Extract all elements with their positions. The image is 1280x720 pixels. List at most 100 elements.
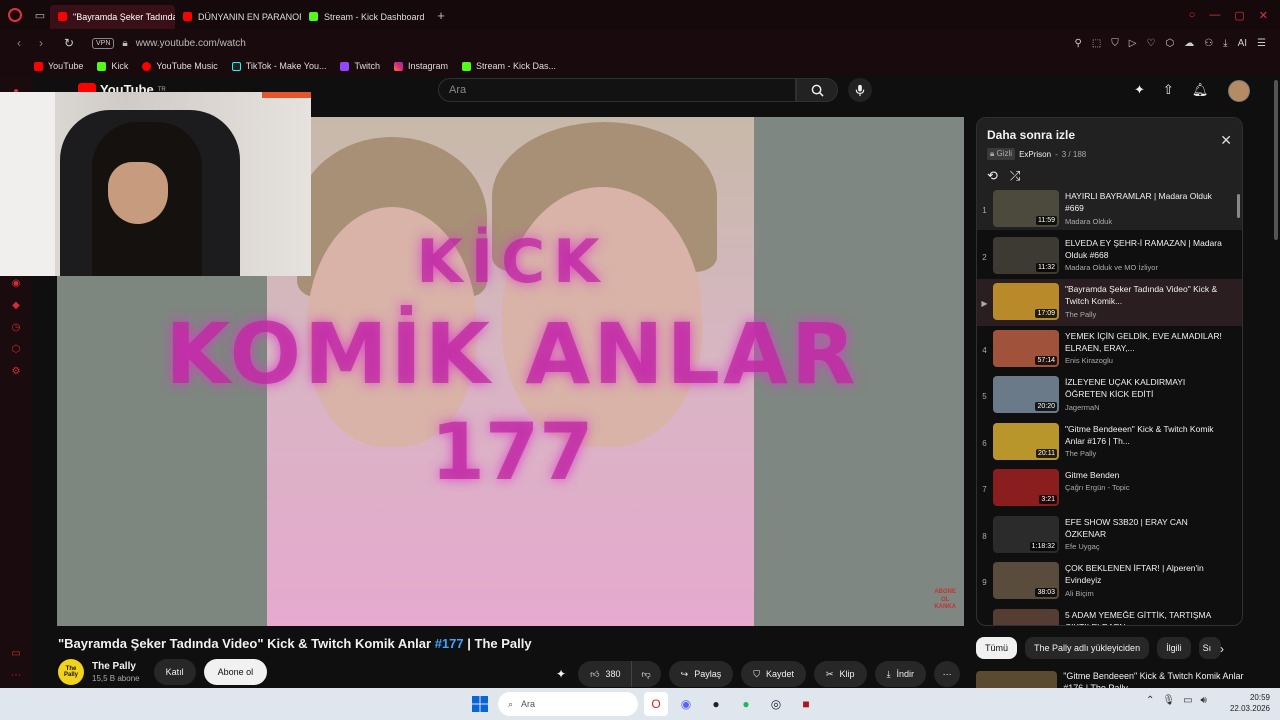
playlist-item[interactable]: 9 38:03 ÇOK BEKLENEN İFTAR! | Alperen'in E… [977, 558, 1242, 605]
playlist-item[interactable]: 8 1:18:32 EFE SHOW S3B20 | ERAY CAN ÖZKENA… [977, 512, 1242, 559]
playlist-item[interactable]: 6 20:11 "Gitme Bendeeen" Kick & Twitch Kom… [977, 419, 1242, 466]
snapshot-icon[interactable]: ⬚ [1092, 38, 1101, 49]
tab-youtube-active[interactable]: "Bayramda Şeker Tadında [50, 4, 175, 29]
playlist-title[interactable]: Daha sonra izle [987, 128, 1232, 142]
minimize-icon[interactable]: — [1209, 9, 1220, 22]
taskbar-clock[interactable]: 20:59 22.03.2026 [1226, 693, 1270, 715]
music-icon[interactable]: ◉ [10, 278, 22, 290]
bookmark-instagram[interactable]: Instagram [393, 61, 448, 71]
playlist-scrollbar[interactable] [1237, 194, 1240, 218]
game-icon[interactable]: ■ [794, 692, 818, 716]
extensions-sidebar-icon[interactable]: ⬡ [10, 344, 22, 356]
share-button[interactable]: ↪ Paylaş [668, 661, 734, 687]
like-button[interactable]: 👍︎ 380 [578, 661, 631, 687]
chip-all[interactable]: Tümü [976, 637, 1018, 659]
playlist-item[interactable]: 4 57:14 YEMEK İÇİN GELDİK, EVE ALMADILAR! … [977, 326, 1242, 373]
monitor-icon[interactable]: ▭ [1183, 695, 1192, 706]
playlist-item[interactable]: 7 3:21 Gitme Benden Çağrı Ergün - Topic [977, 465, 1242, 512]
bookmark-twitch[interactable]: Twitch [340, 61, 380, 71]
windows-start-icon[interactable] [468, 692, 492, 716]
lock-icon[interactable]: 🔒︎ [122, 38, 127, 49]
extensions-icon[interactable]: ⬡ [1165, 38, 1174, 49]
shield-icon[interactable]: ⛉ [1111, 38, 1119, 49]
close-window-icon[interactable]: ✕ [1259, 9, 1268, 22]
more-actions-button[interactable]: ⋯ [934, 661, 961, 687]
upload-icon[interactable]: ⇧ [1163, 82, 1174, 98]
join-button[interactable]: Katıl [153, 659, 196, 685]
channel-name[interactable]: The Pally [92, 661, 140, 672]
download-button[interactable]: ⤓ İndir [874, 661, 927, 687]
notifications-bell-icon[interactable]: 🔔︎ [1192, 82, 1209, 98]
microphone-tray-icon[interactable]: 🎙︎ [1162, 695, 1175, 706]
loop-icon[interactable]: ⟲ [987, 168, 998, 184]
more-icon[interactable]: ⋯ [10, 670, 22, 682]
back-icon[interactable]: ‹ [10, 36, 28, 50]
pin-icon[interactable]: ⚲ [1075, 38, 1082, 49]
watermark-line: ABONE [934, 589, 956, 596]
search-tabs-icon[interactable]: ○ [1189, 9, 1196, 22]
playlist-item[interactable]: 5 20:20 İZLEYENE UÇAK KALDIRMAYI ÖĞRETEN K… [977, 372, 1242, 419]
vpn-badge[interactable]: VPN [92, 37, 115, 49]
tab-youtube-paranormal[interactable]: DÜNYANIN EN PARANORM [175, 5, 301, 29]
playlist-item[interactable]: 10 5 ADAM YEMEĞE GİTTİK, TARTIŞMA ÇIKTI! … [977, 605, 1242, 625]
chip-related[interactable]: İlgili [1157, 637, 1191, 659]
sidebar-toggle-icon[interactable]: ▭ [10, 648, 22, 660]
volume-icon[interactable]: 🔊︎ [1201, 695, 1207, 706]
bookmark-youtube-music[interactable]: YouTube Music [142, 61, 218, 71]
playlist-item[interactable]: ▶ 17:09 "Bayramda Şeker Tadında Video" Kic… [977, 279, 1242, 326]
search-button[interactable] [796, 78, 838, 102]
discord-icon[interactable]: ◉ [674, 692, 698, 716]
subscribe-button[interactable]: Abone ol [203, 659, 268, 685]
avatar[interactable] [1228, 80, 1250, 102]
url-field[interactable]: www.youtube.com/watch [136, 38, 246, 49]
playlist-item[interactable]: 1 11:59 HAYIRLI BAYRAMLAR | Madara Olduk #… [977, 186, 1242, 233]
download-icon[interactable]: ⤓ [1223, 38, 1227, 49]
obs-icon[interactable]: ● [704, 692, 728, 716]
chip-more[interactable]: Sı [1198, 637, 1221, 659]
tab-menu-icon[interactable]: ▭ [30, 0, 50, 30]
bookmark-youtube[interactable]: YouTube [34, 61, 83, 71]
sparkle-icon[interactable]: ✦ [556, 667, 566, 681]
extension-icon[interactable]: ✦ [1134, 82, 1145, 98]
ai-button[interactable]: AI [1238, 38, 1247, 49]
player-icon[interactable]: ▷ [1129, 38, 1137, 49]
profile-icon[interactable]: ⚇ [1204, 38, 1213, 49]
channel-avatar[interactable]: The Pally [58, 659, 84, 685]
playlist-item[interactable]: 2 11:32 ELVEDA EY ŞEHR-İ RAMAZAN | Madara … [977, 233, 1242, 280]
clip-button[interactable]: ✂ Klip [814, 661, 867, 687]
dislike-button[interactable]: 👎︎ [630, 661, 661, 687]
wallet-icon[interactable]: ◆ [10, 300, 22, 312]
cloud-icon[interactable]: ☁ [1184, 38, 1194, 49]
tab-label: DÜNYANIN EN PARANORM [198, 11, 301, 22]
search-input[interactable]: Ara [438, 78, 796, 102]
opera-taskbar-icon[interactable]: O [644, 692, 668, 716]
tab-kick-dashboard[interactable]: Stream - Kick Dashboard [301, 5, 431, 29]
chevron-right-icon[interactable]: › [1220, 642, 1224, 656]
playlist-owner[interactable]: ExPrison [1019, 150, 1051, 159]
close-playlist-icon[interactable]: ✕ [1220, 132, 1232, 149]
video-title: "Bayramda Şeker Tadında Video" Kick & Tw… [58, 636, 532, 651]
save-button[interactable]: ⛉ Kaydet [741, 661, 806, 687]
heart-icon[interactable]: ♡ [1146, 38, 1155, 49]
chip-uploader[interactable]: The Pally adlı yükleyiciden [1025, 637, 1150, 659]
taskbar-search[interactable]: ⌕ Ara [498, 692, 638, 716]
steam-icon[interactable]: ◎ [764, 692, 788, 716]
bookmark-kick-dashboard[interactable]: Stream - Kick Das... [462, 61, 556, 71]
voice-search-button[interactable] [848, 78, 872, 102]
spotify-icon[interactable]: ● [734, 692, 758, 716]
shuffle-icon[interactable]: ⤮ [1010, 168, 1020, 184]
bookmark-kick[interactable]: Kick [97, 61, 128, 71]
tray-chevron-icon[interactable]: ⌃ [1146, 695, 1154, 706]
playlist-item-text: "Gitme Bendeeen" Kick & Twitch Komik Anl… [1065, 423, 1225, 459]
reload-icon[interactable]: ↻ [60, 36, 78, 50]
hashtag-link[interactable]: #177 [435, 636, 464, 651]
maximize-icon[interactable]: ▢ [1234, 9, 1244, 22]
new-tab-button[interactable]: + [431, 8, 451, 23]
forward-icon[interactable]: › [32, 36, 50, 50]
bookmark-tiktok[interactable]: TikTok - Make You... [231, 61, 326, 71]
settings-icon[interactable]: ⚙ [10, 366, 22, 378]
menu-icon[interactable]: ☰ [1257, 38, 1266, 49]
opera-logo-icon[interactable] [0, 0, 30, 30]
history-icon[interactable]: ◷ [10, 322, 22, 334]
page-scrollbar[interactable] [1272, 76, 1280, 688]
